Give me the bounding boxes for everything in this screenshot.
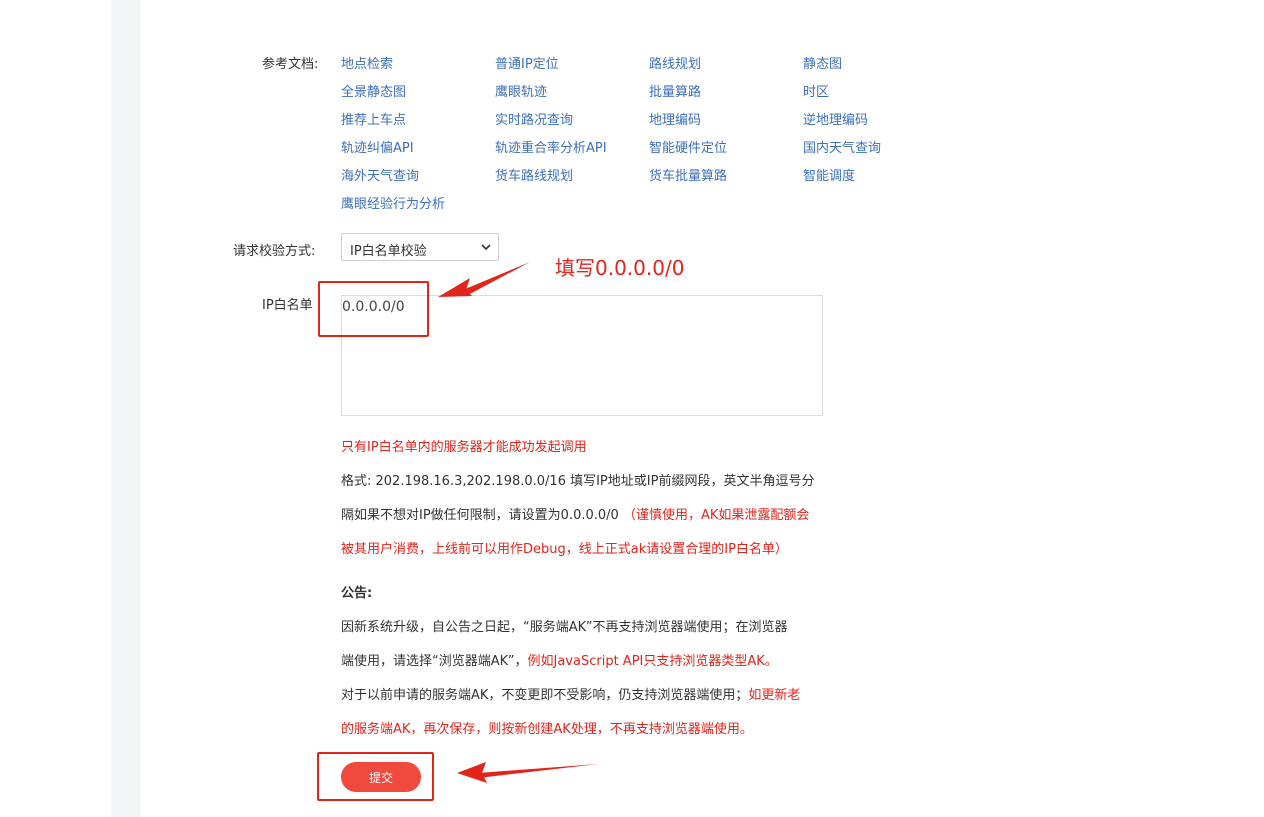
annotation-text: 填写0.0.0.0/0	[555, 256, 685, 280]
doc-link[interactable]: 地理编码	[649, 109, 701, 128]
verify-method-label: 请求校验方式:	[233, 244, 316, 259]
arrow-icon-whitelist	[438, 262, 530, 297]
doc-link[interactable]: 智能硬件定位	[649, 137, 727, 156]
doc-link[interactable]: 国内天气查询	[803, 137, 881, 156]
notice-line-2-text: 端使用，请选择“浏览器端AK”，	[341, 654, 528, 669]
format-line-2-text: 隔如果不想对IP做任何限制，请设置为0.0.0.0/0	[341, 508, 623, 523]
doc-link[interactable]: 逆地理编码	[803, 109, 868, 128]
whitelist-tip: 只有IP白名单内的服务器才能成功发起调用	[341, 440, 587, 455]
format-line-3-warning: 被其用户消费，上线前可以用作Debug，线上正式ak请设置合理的IP白名单）	[341, 542, 788, 557]
doc-link[interactable]: 静态图	[803, 53, 842, 72]
notice-line-4-warning: 的服务端AK，再次保存，则按新创建AK处理，不再支持浏览器端使用。	[341, 722, 753, 737]
notice-line-1: 因新系统升级，自公告之日起，“服务端AK”不再支持浏览器端使用；在浏览器	[341, 620, 788, 635]
doc-link[interactable]: 鹰眼经验行为分析	[341, 193, 445, 212]
chevron-down-icon	[481, 244, 491, 251]
verify-method-select[interactable]: IP白名单校验	[341, 233, 499, 261]
format-line-1: 格式: 202.198.16.3,202.198.0.0/16 填写IP地址或I…	[341, 474, 815, 489]
doc-link[interactable]: 实时路况查询	[495, 109, 573, 128]
notice-line-2-warning: 例如JavaScript API只支持浏览器类型AK。	[527, 654, 778, 669]
format-line-2: 隔如果不想对IP做任何限制，请设置为0.0.0.0/0 （谨慎使用，AK如果泄露…	[341, 504, 809, 523]
ip-whitelist-label: IP白名单	[262, 298, 313, 313]
doc-link[interactable]: 智能调度	[803, 165, 855, 184]
notice-line-2: 端使用，请选择“浏览器端AK”，例如JavaScript API只支持浏览器类型…	[341, 650, 778, 669]
doc-link[interactable]: 货车批量算路	[649, 165, 727, 184]
doc-link[interactable]: 普通IP定位	[495, 53, 559, 72]
doc-link[interactable]: 地点检索	[341, 53, 393, 72]
notice-line-3-text: 对于以前申请的服务端AK，不变更即不受影响，仍支持浏览器端使用；	[341, 688, 749, 703]
format-line-2-warning: （谨慎使用，AK如果泄露配额会	[622, 508, 810, 523]
reference-docs-label: 参考文档:	[262, 57, 319, 72]
notice-title: 公告:	[341, 586, 373, 601]
left-sidebar-strip	[111, 0, 141, 817]
doc-link[interactable]: 全景静态图	[341, 81, 406, 100]
submit-highlight-box	[317, 752, 434, 801]
verify-method-selected: IP白名单校验	[350, 244, 427, 259]
doc-link[interactable]: 鹰眼轨迹	[495, 81, 547, 100]
doc-link[interactable]: 轨迹纠偏API	[341, 137, 414, 156]
notice-line-3-warning: 如更新老	[748, 688, 801, 703]
doc-link[interactable]: 批量算路	[649, 81, 701, 100]
arrow-icon-submit	[457, 762, 598, 783]
notice-line-3: 对于以前申请的服务端AK，不变更即不受影响，仍支持浏览器端使用；如更新老	[341, 684, 800, 703]
doc-link[interactable]: 轨迹重合率分析API	[495, 137, 607, 156]
doc-link[interactable]: 路线规划	[649, 53, 701, 72]
textarea-highlight-box	[318, 281, 429, 337]
doc-link[interactable]: 时区	[803, 81, 829, 100]
doc-link[interactable]: 海外天气查询	[341, 165, 419, 184]
doc-link[interactable]: 货车路线规划	[495, 165, 573, 184]
doc-link[interactable]: 推荐上车点	[341, 109, 406, 128]
